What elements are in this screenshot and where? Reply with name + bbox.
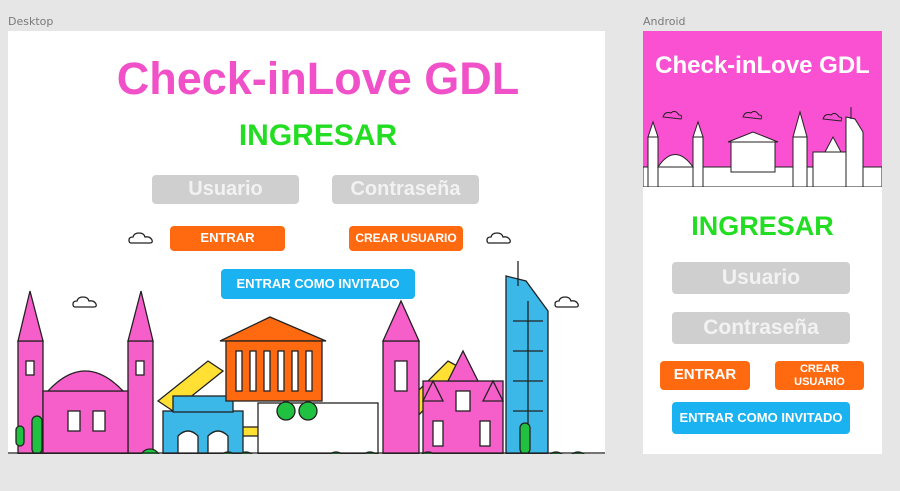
android-frame-label: Android: [643, 15, 686, 28]
desktop-frame-label: Desktop: [8, 15, 54, 28]
app-title-mobile: Check-inLove GDL: [655, 52, 870, 79]
guadalajara-skyline-illustration: [643, 107, 882, 187]
android-frame: Check-inLove GDL INGRESAR Usuario Contra…: [643, 31, 882, 454]
login-button-mobile[interactable]: ENTRAR: [660, 361, 750, 390]
login-heading: INGRESAR: [238, 119, 398, 152]
password-input-mobile[interactable]: Contraseña: [672, 312, 850, 344]
username-input-mobile[interactable]: Usuario: [672, 262, 850, 294]
android-header: Check-inLove GDL: [643, 31, 882, 187]
register-button-mobile[interactable]: CREAR USUARIO: [775, 361, 864, 390]
guest-button-mobile[interactable]: ENTRAR COMO INVITADO: [672, 402, 850, 434]
guadalajara-skyline-illustration: [8, 261, 605, 454]
desktop-frame: Check-inLove GDL INGRESAR Usuario Contra…: [8, 31, 605, 454]
app-title: Check-inLove GDL: [116, 53, 520, 104]
login-heading-mobile: INGRESAR: [691, 211, 834, 241]
password-input[interactable]: Contraseña: [332, 175, 479, 204]
username-input[interactable]: Usuario: [152, 175, 299, 204]
